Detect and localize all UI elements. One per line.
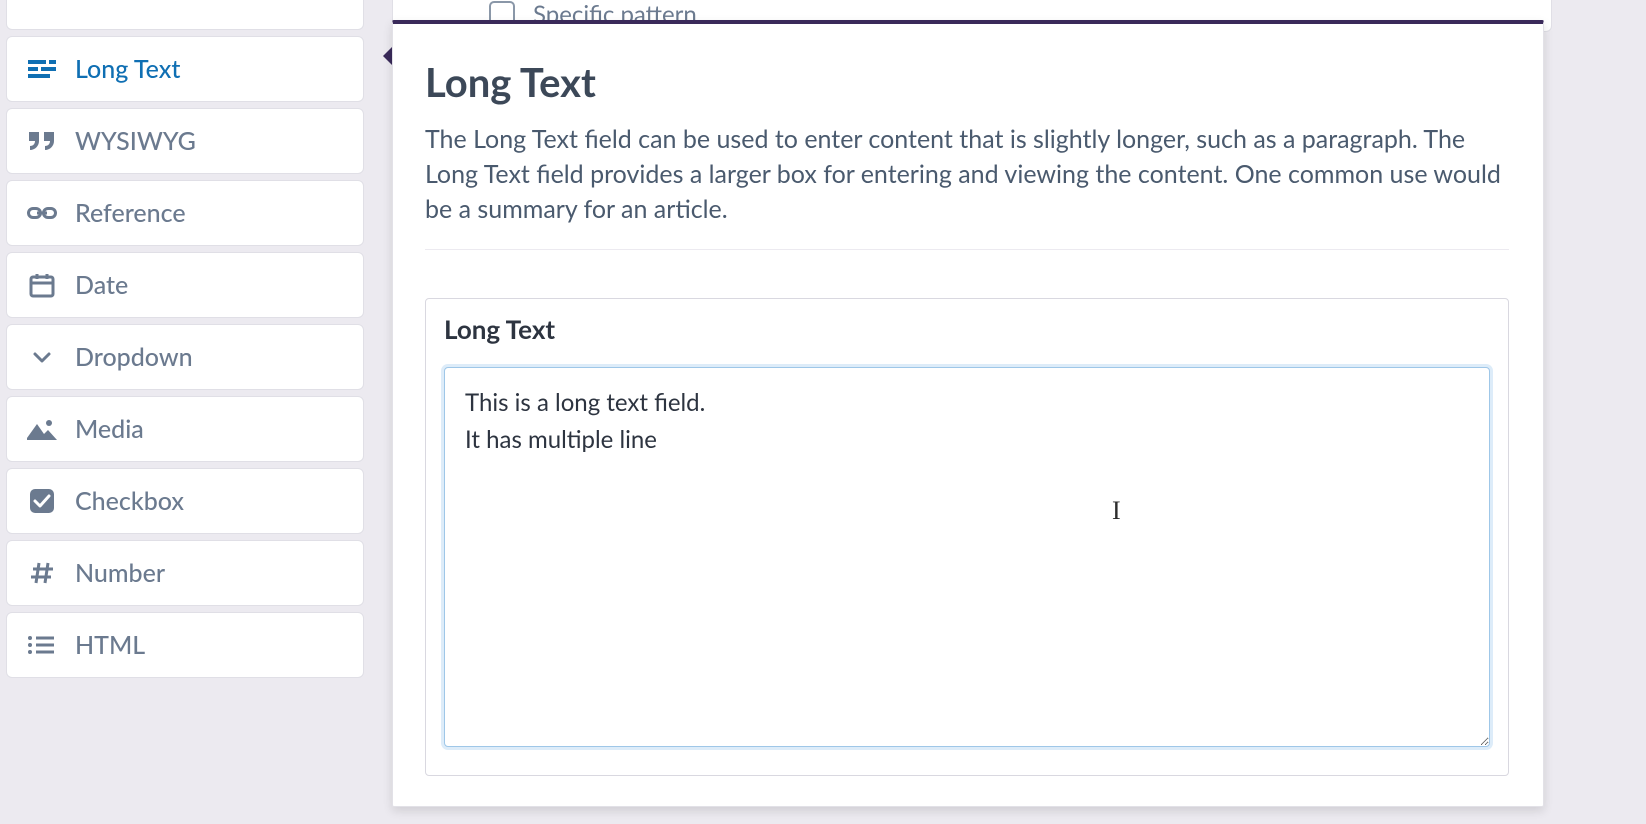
long-text-input[interactable] <box>444 367 1490 747</box>
sidebar-item-label: Checkbox <box>75 486 184 516</box>
sidebar-item-label: Number <box>75 558 165 588</box>
sidebar-item-html[interactable]: HTML <box>6 612 364 678</box>
field-config-panel: Long Text The Long Text field can be use… <box>392 20 1544 807</box>
sidebar-item-label: Media <box>75 414 144 444</box>
long-text-field-box: Long Text <box>425 298 1509 776</box>
sidebar-item-label: Dropdown <box>75 342 193 372</box>
sidebar-item-dropdown[interactable]: Dropdown <box>6 324 364 390</box>
list-icon <box>27 634 57 656</box>
sidebar-item-label: Long Text <box>75 54 180 84</box>
sidebar-item-label: HTML <box>75 630 145 660</box>
sidebar-item-label: WYSIWYG <box>75 126 196 156</box>
chevron-down-icon <box>27 345 57 369</box>
sidebar-item-number[interactable]: Number <box>6 540 364 606</box>
calendar-icon <box>27 272 57 298</box>
sidebar-item-partial[interactable] <box>6 0 364 30</box>
long-text-icon <box>27 58 57 80</box>
field-type-sidebar: Long Text WYSIWYG Reference <box>6 0 364 678</box>
image-icon <box>27 418 57 440</box>
hash-icon <box>27 560 57 586</box>
sidebar-item-checkbox[interactable]: Checkbox <box>6 468 364 534</box>
quote-icon <box>27 130 57 152</box>
sidebar-item-date[interactable]: Date <box>6 252 364 318</box>
sidebar-item-label: Reference <box>75 198 186 228</box>
sidebar-item-wysiwyg[interactable]: WYSIWYG <box>6 108 364 174</box>
panel-title: Long Text <box>425 58 1509 106</box>
sidebar-item-reference[interactable]: Reference <box>6 180 364 246</box>
panel-description: The Long Text field can be used to enter… <box>425 122 1509 250</box>
checkbox-icon <box>27 488 57 514</box>
sidebar-item-long-text[interactable]: Long Text <box>6 36 364 102</box>
sidebar-item-media[interactable]: Media <box>6 396 364 462</box>
link-icon <box>27 202 57 224</box>
sidebar-item-label: Date <box>75 270 128 300</box>
field-label: Long Text <box>444 313 1490 345</box>
